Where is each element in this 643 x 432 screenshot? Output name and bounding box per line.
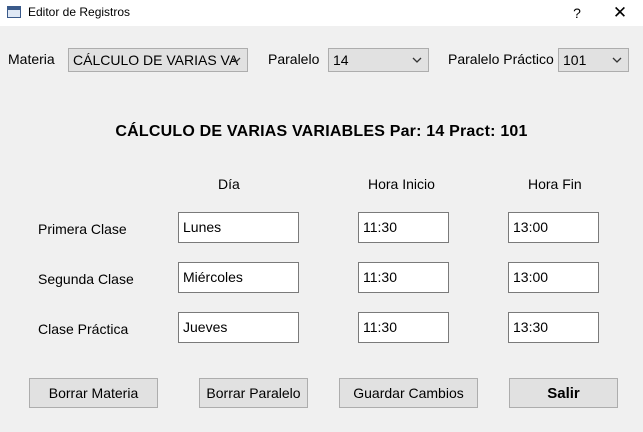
chevron-down-icon: [231, 55, 241, 65]
row-label-clase-practica: Clase Práctica: [38, 321, 129, 337]
column-header-hora-inicio: Hora Inicio: [368, 176, 435, 192]
primera-clase-fin-field[interactable]: 13:00: [508, 212, 599, 243]
segunda-clase-fin-field[interactable]: 13:00: [508, 262, 599, 293]
borrar-paralelo-button[interactable]: Borrar Paralelo: [199, 378, 308, 408]
window-title: Editor de Registros: [28, 5, 131, 19]
chevron-down-icon: [412, 55, 422, 65]
row-label-segunda-clase: Segunda Clase: [38, 271, 134, 287]
materia-label: Materia: [8, 51, 55, 67]
paralelo-combobox[interactable]: 14: [328, 48, 429, 72]
row-label-primera-clase: Primera Clase: [38, 221, 127, 237]
clase-practica-fin-field[interactable]: 13:30: [508, 312, 599, 343]
paralelo-practico-value: 101: [563, 52, 587, 68]
help-button[interactable]: ?: [554, 0, 600, 26]
paralelo-practico-label: Paralelo Práctico: [448, 51, 554, 67]
segunda-clase-dia-field[interactable]: Miércoles: [178, 262, 299, 293]
paralelo-label: Paralelo: [268, 51, 320, 67]
borrar-materia-button[interactable]: Borrar Materia: [29, 378, 158, 408]
column-header-dia: Día: [218, 176, 240, 192]
guardar-cambios-button[interactable]: Guardar Cambios: [339, 378, 478, 408]
title-bar: Editor de Registros ? ✕: [0, 0, 643, 26]
segunda-clase-inicio-field[interactable]: 11:30: [358, 262, 449, 293]
salir-button[interactable]: Salir: [509, 378, 618, 408]
close-button[interactable]: ✕: [597, 0, 643, 26]
paralelo-value: 14: [333, 52, 349, 68]
primera-clase-dia-field[interactable]: Lunes: [178, 212, 299, 243]
clase-practica-dia-field[interactable]: Jueves: [178, 312, 299, 343]
column-header-hora-fin: Hora Fin: [528, 176, 582, 192]
clase-practica-inicio-field[interactable]: 11:30: [358, 312, 449, 343]
materia-value: CÁLCULO DE VARIAS VA: [73, 52, 239, 68]
materia-combobox[interactable]: CÁLCULO DE VARIAS VA: [68, 48, 248, 72]
course-heading: CÁLCULO DE VARIAS VARIABLES Par: 14 Prac…: [115, 123, 528, 140]
app-window-icon: [7, 6, 21, 18]
paralelo-practico-combobox[interactable]: 101: [558, 48, 629, 72]
primera-clase-inicio-field[interactable]: 11:30: [358, 212, 449, 243]
chevron-down-icon: [612, 55, 622, 65]
